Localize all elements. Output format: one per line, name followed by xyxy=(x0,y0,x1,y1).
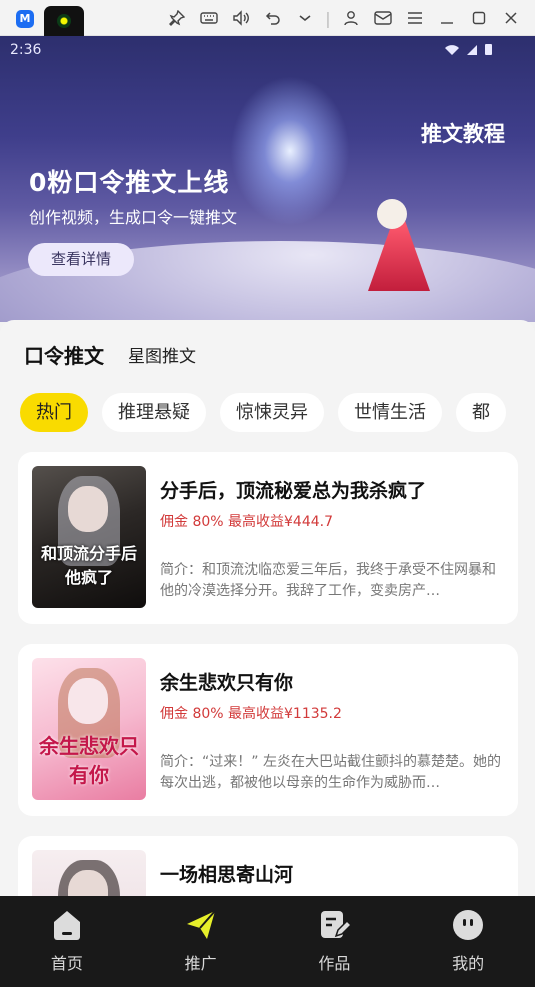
chip-mystery[interactable]: 推理悬疑 xyxy=(102,393,206,432)
book-earnings: 佣金 80% 最高收益¥444.7 xyxy=(160,514,334,530)
app-logo-icon[interactable]: M xyxy=(16,10,34,28)
book-cover: 和顶流分手后他疯了 xyxy=(32,466,146,608)
chip-horror[interactable]: 惊悚灵异 xyxy=(220,393,324,432)
book-card[interactable]: 余生悲欢只有你 余生悲欢只有你 佣金 80% 最高收益¥1135.2 简介：“过… xyxy=(18,644,518,816)
book-title: 一场相思寄山河 xyxy=(160,864,294,886)
nav-profile-label: 我的 xyxy=(452,954,485,973)
banner-character-head xyxy=(377,199,407,229)
book-earnings: 佣金 80% 最高收益¥1135.2 xyxy=(160,706,342,722)
chip-hot[interactable]: 热门 xyxy=(20,393,88,432)
banner-title: 0粉口令推文上线 xyxy=(29,168,230,197)
tab-password-promo[interactable]: 口令推文 xyxy=(24,340,104,372)
home-icon xyxy=(53,911,80,940)
send-icon xyxy=(186,910,216,939)
app-screen: M | 2:36 推文教程 0粉口令推文上线 创作视频，生成口令一键推文 查看详… xyxy=(0,0,535,987)
banner-subtitle: 创作视频，生成口令一键推文 xyxy=(29,208,238,227)
chip-life[interactable]: 世情生活 xyxy=(338,393,442,432)
book-cover: 余生悲欢只有你 xyxy=(32,658,146,800)
banner-glow xyxy=(230,76,350,226)
status-signal-icons xyxy=(443,42,501,60)
book-title: 余生悲欢只有你 xyxy=(160,672,294,694)
chip-urban[interactable]: 都 xyxy=(456,393,506,432)
close-icon[interactable] xyxy=(495,0,527,36)
nav-home-label: 首页 xyxy=(50,954,83,973)
pin-icon[interactable] xyxy=(161,0,193,36)
status-time: 2:36 xyxy=(10,42,42,58)
nav-home[interactable]: 首页 xyxy=(0,896,134,987)
view-details-button[interactable]: 查看详情 xyxy=(28,243,134,276)
nav-profile[interactable]: 我的 xyxy=(401,896,535,987)
promo-banner[interactable]: 2:36 推文教程 0粉口令推文上线 创作视频，生成口令一键推文 查看详情 xyxy=(0,36,535,322)
edit-icon xyxy=(321,911,351,938)
tab-xingtu-promo[interactable]: 星图推文 xyxy=(128,342,196,369)
bottom-nav: 首页 推广 作品 我的 xyxy=(0,896,535,987)
tab-bar: 口令推文 星图推文 xyxy=(24,340,196,372)
nav-promote[interactable]: 推广 xyxy=(134,896,268,987)
chevron-down-icon[interactable] xyxy=(289,0,321,36)
keyboard-icon[interactable] xyxy=(193,0,225,36)
book-title: 分手后，顶流秘爱总为我杀疯了 xyxy=(160,480,427,502)
cover-title: 和顶流分手后他疯了 xyxy=(40,544,137,587)
volume-icon[interactable] xyxy=(225,0,257,36)
nav-promote-label: 推广 xyxy=(184,954,217,973)
undo-icon[interactable] xyxy=(257,0,289,36)
book-description: 简介：和顶流沈临恋爱三年后，我终于承受不住网暴和他的冷漠选择分开。我辞了工作，变… xyxy=(160,562,496,599)
content-panel: 口令推文 星图推文 热门 推理悬疑 惊悚灵异 世情生活 都 和顶流分手后他疯了 … xyxy=(0,320,535,987)
cover-title: 余生悲欢只有你 xyxy=(39,734,139,787)
maximize-icon[interactable] xyxy=(463,0,495,36)
account-icon[interactable] xyxy=(335,0,367,36)
nav-works[interactable]: 作品 xyxy=(268,896,402,987)
window-toolbar: M | xyxy=(0,0,535,36)
book-description: 简介：“过来！” 左炎在大巴站截住颤抖的慕楚楚。她的每次出逃，都被他以母亲的生命… xyxy=(160,754,501,791)
game-icon xyxy=(57,14,71,28)
book-card[interactable]: 和顶流分手后他疯了 分手后，顶流秘爱总为我杀疯了 佣金 80% 最高收益¥444… xyxy=(18,452,518,624)
nav-works-label: 作品 xyxy=(318,954,351,973)
toolbar-separator: | xyxy=(325,8,331,28)
menu-icon[interactable] xyxy=(399,0,431,36)
category-chips: 热门 推理悬疑 惊悚灵异 世情生活 都 xyxy=(20,393,535,435)
mail-icon[interactable] xyxy=(367,0,399,36)
minimize-icon[interactable] xyxy=(431,0,463,36)
profile-icon xyxy=(453,910,484,940)
game-tab[interactable] xyxy=(44,6,84,36)
banner-tag: 推文教程 xyxy=(421,122,505,146)
